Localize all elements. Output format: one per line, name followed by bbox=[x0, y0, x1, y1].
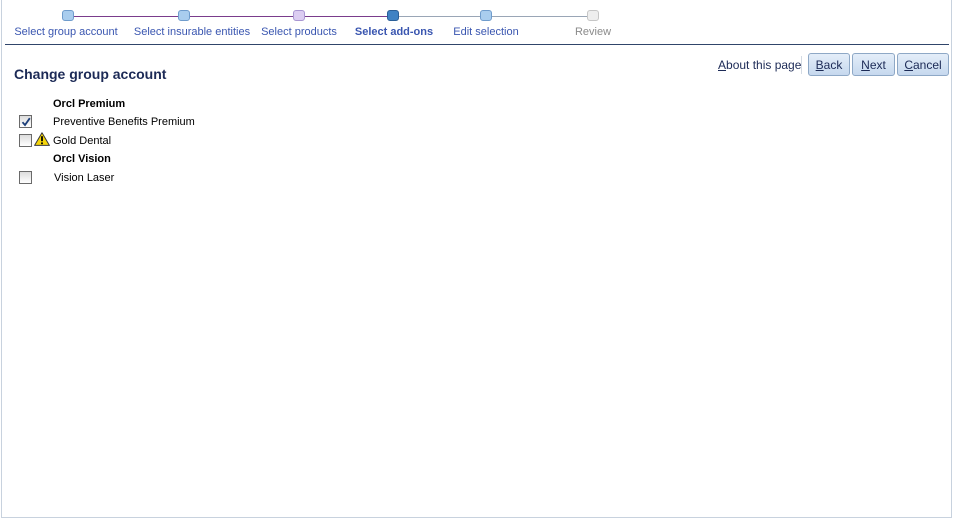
train-connector-5 bbox=[492, 16, 587, 17]
train-step-select-add-ons: Select add-ons bbox=[354, 26, 434, 38]
train-node-select-group-account[interactable] bbox=[62, 10, 74, 21]
train-step-select-products[interactable]: Select products bbox=[261, 26, 337, 38]
checkbox-preventive-benefits-premium[interactable] bbox=[19, 115, 32, 128]
item-label-vision-laser: Vision Laser bbox=[54, 172, 115, 184]
train-node-select-insurable-entities[interactable] bbox=[178, 10, 190, 21]
group-header-orcl-vision: Orcl Vision bbox=[53, 153, 111, 165]
train-connector-2 bbox=[190, 16, 293, 17]
item-label-gold-dental: Gold Dental bbox=[53, 135, 112, 147]
toolbar-separator bbox=[801, 56, 802, 74]
back-button[interactable]: Back bbox=[808, 53, 850, 76]
train-step-select-group-account[interactable]: Select group account bbox=[14, 26, 117, 38]
train-node-edit-selection[interactable] bbox=[480, 10, 492, 21]
checkbox-vision-laser[interactable] bbox=[19, 171, 32, 184]
group-header-orcl-premium: Orcl Premium bbox=[53, 98, 126, 110]
train-node-select-products[interactable] bbox=[293, 10, 305, 21]
train-node-select-add-ons bbox=[387, 10, 399, 21]
train-connector-4 bbox=[399, 16, 480, 17]
train-connector-3 bbox=[305, 16, 387, 17]
train-node-review bbox=[587, 10, 599, 21]
train-step-select-insurable-entities[interactable]: Select insurable entities bbox=[134, 26, 250, 38]
checkbox-gold-dental[interactable] bbox=[19, 134, 32, 147]
train-divider bbox=[5, 44, 949, 45]
next-button[interactable]: Next bbox=[852, 53, 895, 76]
about-this-page-link[interactable]: About this page bbox=[718, 58, 801, 72]
train-step-edit-selection[interactable]: Edit selection bbox=[453, 26, 518, 38]
warning-triangle-icon bbox=[34, 132, 50, 146]
step-train: Select group account Select insurable en… bbox=[0, 0, 955, 46]
train-step-review: Review bbox=[574, 26, 612, 38]
item-label-preventive-benefits-premium: Preventive Benefits Premium bbox=[53, 116, 195, 128]
page-title: Change group account bbox=[14, 66, 167, 82]
checkmark-icon bbox=[21, 117, 31, 127]
cancel-button[interactable]: Cancel bbox=[897, 53, 949, 76]
train-connector-1 bbox=[74, 16, 178, 17]
